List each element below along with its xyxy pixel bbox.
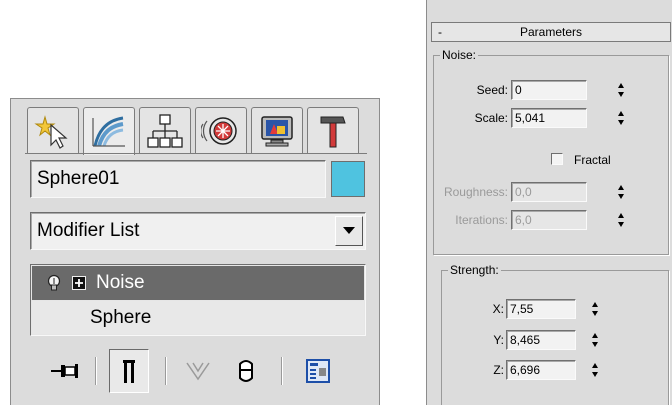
strength-x-input[interactable]: 7,55 <box>506 299 576 319</box>
rollout-title: Parameters <box>519 25 583 39</box>
stack-item-label: Noise <box>96 272 145 293</box>
seed-row: Seed: 0 <box>434 80 664 100</box>
modifier-stack: Noise Sphere <box>30 264 366 336</box>
tab-motion[interactable] <box>195 107 247 153</box>
motion-icon <box>201 116 237 145</box>
lightbulb-icon[interactable] <box>46 274 62 292</box>
toolbar-separator <box>165 357 167 385</box>
dropdown-arrow-button[interactable] <box>335 216 363 246</box>
make-unique-icon <box>186 362 210 381</box>
strength-x-row: X: 7,55 <box>442 299 662 319</box>
object-name-field[interactable]: Sphere01 <box>30 160 326 198</box>
strength-y-spinner[interactable] <box>588 330 602 350</box>
stack-item-noise[interactable]: Noise <box>32 266 364 300</box>
tab-display[interactable] <box>251 107 303 153</box>
spinner-arrows-icon <box>592 333 598 347</box>
expand-plus-icon[interactable] <box>72 276 86 290</box>
fractal-row: Fractal <box>434 150 664 170</box>
seed-value: 0 <box>515 83 522 97</box>
strength-x-spinner[interactable] <box>588 299 602 319</box>
fractal-checkbox[interactable] <box>551 153 563 165</box>
rollout-header[interactable]: - Parameters <box>431 22 671 42</box>
object-name-text: Sphere01 <box>37 168 120 189</box>
modify-icon <box>92 116 125 147</box>
seed-spinner[interactable] <box>614 80 628 100</box>
stack-toolbar <box>25 349 371 393</box>
scale-label: Scale: <box>474 111 508 125</box>
strength-y-label: Y: <box>493 333 504 347</box>
hierarchy-icon <box>147 113 183 148</box>
fractal-label: Fractal <box>574 153 611 167</box>
utilities-icon <box>320 116 346 147</box>
show-end-result-icon <box>123 360 135 383</box>
command-panel: Sphere01 Modifier List Noise Sphere <box>10 98 380 405</box>
display-icon <box>261 115 293 146</box>
scale-input[interactable]: 5,041 <box>511 108 587 128</box>
tab-create[interactable] <box>27 107 79 153</box>
collapse-toggle[interactable]: - <box>438 23 442 41</box>
pin-stack-button[interactable] <box>47 349 81 393</box>
strength-z-input[interactable]: 6,696 <box>506 360 576 380</box>
roughness-label: Roughness: <box>443 185 508 199</box>
stack-item-label: Sphere <box>90 307 152 328</box>
spinner-arrows-icon <box>618 83 624 97</box>
scale-value: 5,041 <box>515 111 546 125</box>
roughness-input[interactable]: 0,0 <box>511 182 587 202</box>
make-unique-button[interactable] <box>181 349 215 393</box>
remove-modifier-button[interactable] <box>229 349 263 393</box>
spinner-arrows-icon <box>618 111 624 125</box>
strength-z-row: Z: 6,696 <box>442 360 662 380</box>
tab-utilities[interactable] <box>307 107 359 153</box>
strength-y-row: Y: 8,465 <box>442 330 662 350</box>
scale-row: Scale: 5,041 <box>434 108 664 128</box>
seed-label: Seed: <box>476 83 508 97</box>
pin-stack-icon <box>51 364 78 378</box>
configure-sets-icon <box>306 359 330 383</box>
spinner-arrows-icon <box>618 185 624 199</box>
roughness-row: Roughness: 0,0 <box>434 182 664 202</box>
iterations-spinner[interactable] <box>614 210 628 230</box>
configure-sets-button[interactable] <box>301 349 335 393</box>
show-end-result-button[interactable] <box>109 349 149 393</box>
strength-z-spinner[interactable] <box>588 360 602 380</box>
chevron-down-icon <box>343 227 355 234</box>
stack-item-sphere[interactable]: Sphere <box>32 301 364 334</box>
tab-hierarchy[interactable] <box>139 107 191 153</box>
command-panel-tabs <box>27 107 365 155</box>
iterations-input[interactable]: 6,0 <box>511 210 587 230</box>
seed-input[interactable]: 0 <box>511 80 587 100</box>
toolbar-separator <box>95 357 97 385</box>
spinner-arrows-icon <box>592 302 598 316</box>
modifier-list-label: Modifier List <box>37 220 140 241</box>
strength-group-title: Strength: <box>448 263 501 277</box>
iterations-label: Iterations: <box>455 213 508 227</box>
strength-z-label: Z: <box>493 363 504 377</box>
remove-modifier-icon <box>239 360 253 382</box>
strength-x-label: X: <box>492 302 504 316</box>
strength-x-value: 7,55 <box>510 302 534 316</box>
spinner-arrows-icon <box>592 363 598 377</box>
spinner-arrows-icon <box>618 213 624 227</box>
toolbar-separator <box>281 357 283 385</box>
scale-spinner[interactable] <box>614 108 628 128</box>
noise-group: Noise: Seed: 0 Scale: 5,041 Fractal Roug… <box>433 48 669 255</box>
tab-modify[interactable] <box>83 107 135 155</box>
strength-z-value: 6,696 <box>510 363 541 377</box>
strength-y-input[interactable]: 8,465 <box>506 330 576 350</box>
parameters-rollout: - Parameters Noise: Seed: 0 Scale: 5,041 <box>426 0 672 405</box>
tab-baseline <box>25 153 367 154</box>
noise-group-title: Noise: <box>440 48 479 62</box>
roughness-value: 0,0 <box>515 185 532 199</box>
modifier-list-dropdown[interactable]: Modifier List <box>30 212 366 250</box>
iterations-value: 6,0 <box>515 213 532 227</box>
strength-group: Strength: X: 7,55 Y: 8,465 Z: 6,696 <box>441 263 669 405</box>
roughness-spinner[interactable] <box>614 182 628 202</box>
iterations-row: Iterations: 6,0 <box>434 210 664 230</box>
object-color-swatch[interactable] <box>331 161 365 197</box>
strength-y-value: 8,465 <box>510 333 541 347</box>
create-icon <box>34 114 68 149</box>
